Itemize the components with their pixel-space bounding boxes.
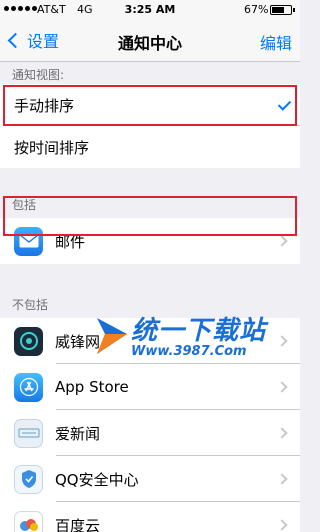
watermark-title: 统一下载站 [131,316,267,346]
watermark-logo-icon [97,318,127,354]
app-name: 威锋网 [55,332,101,351]
watermark-url: Www.3987.Com [131,344,247,359]
chevron-right-icon [276,427,288,439]
section-header-view: 通知视图: [12,68,65,82]
status-bar: AT&T 4G 3:25 AM 67% [0,0,300,20]
app-name: 百度云 [55,516,101,532]
news-icon [14,418,43,448]
option-sort-by-time[interactable]: 按时间排序 [0,126,300,168]
app-row-news[interactable]: 爱新闻 [0,410,300,456]
app-store-icon [14,372,43,402]
chevron-right-icon [276,519,288,531]
highlight-box-include-bottom [3,196,297,236]
battery-percent: 67% [244,3,269,16]
app-name: QQ安全中心 [55,470,139,489]
app-row-qq-security[interactable]: QQ安全中心 [0,456,300,502]
battery-tip [293,8,295,12]
app-row-app-store[interactable]: App Store [0,364,300,410]
qq-security-icon [14,464,43,494]
edit-button[interactable]: 编辑 [260,30,292,54]
watermark: 统一下载站 Www.3987.Com [95,308,285,368]
highlight-box-view-option [3,85,297,126]
battery-icon [270,5,292,15]
chevron-right-icon [276,473,288,485]
chevron-right-icon [276,381,288,393]
navigation-bar: 设置 通知中心 编辑 [0,20,300,62]
option-label: 按时间排序 [14,138,90,157]
baidu-cloud-icon [14,510,43,532]
weiphone-icon [14,326,43,356]
app-name: 爱新闻 [55,424,101,443]
section-header-not-include: 不包括 [12,298,49,312]
app-row-baidu-cloud[interactable]: 百度云 [0,502,300,532]
chevron-right-icon [276,235,288,247]
app-name: App Store [55,378,129,396]
page-title: 通知中心 [117,34,182,53]
